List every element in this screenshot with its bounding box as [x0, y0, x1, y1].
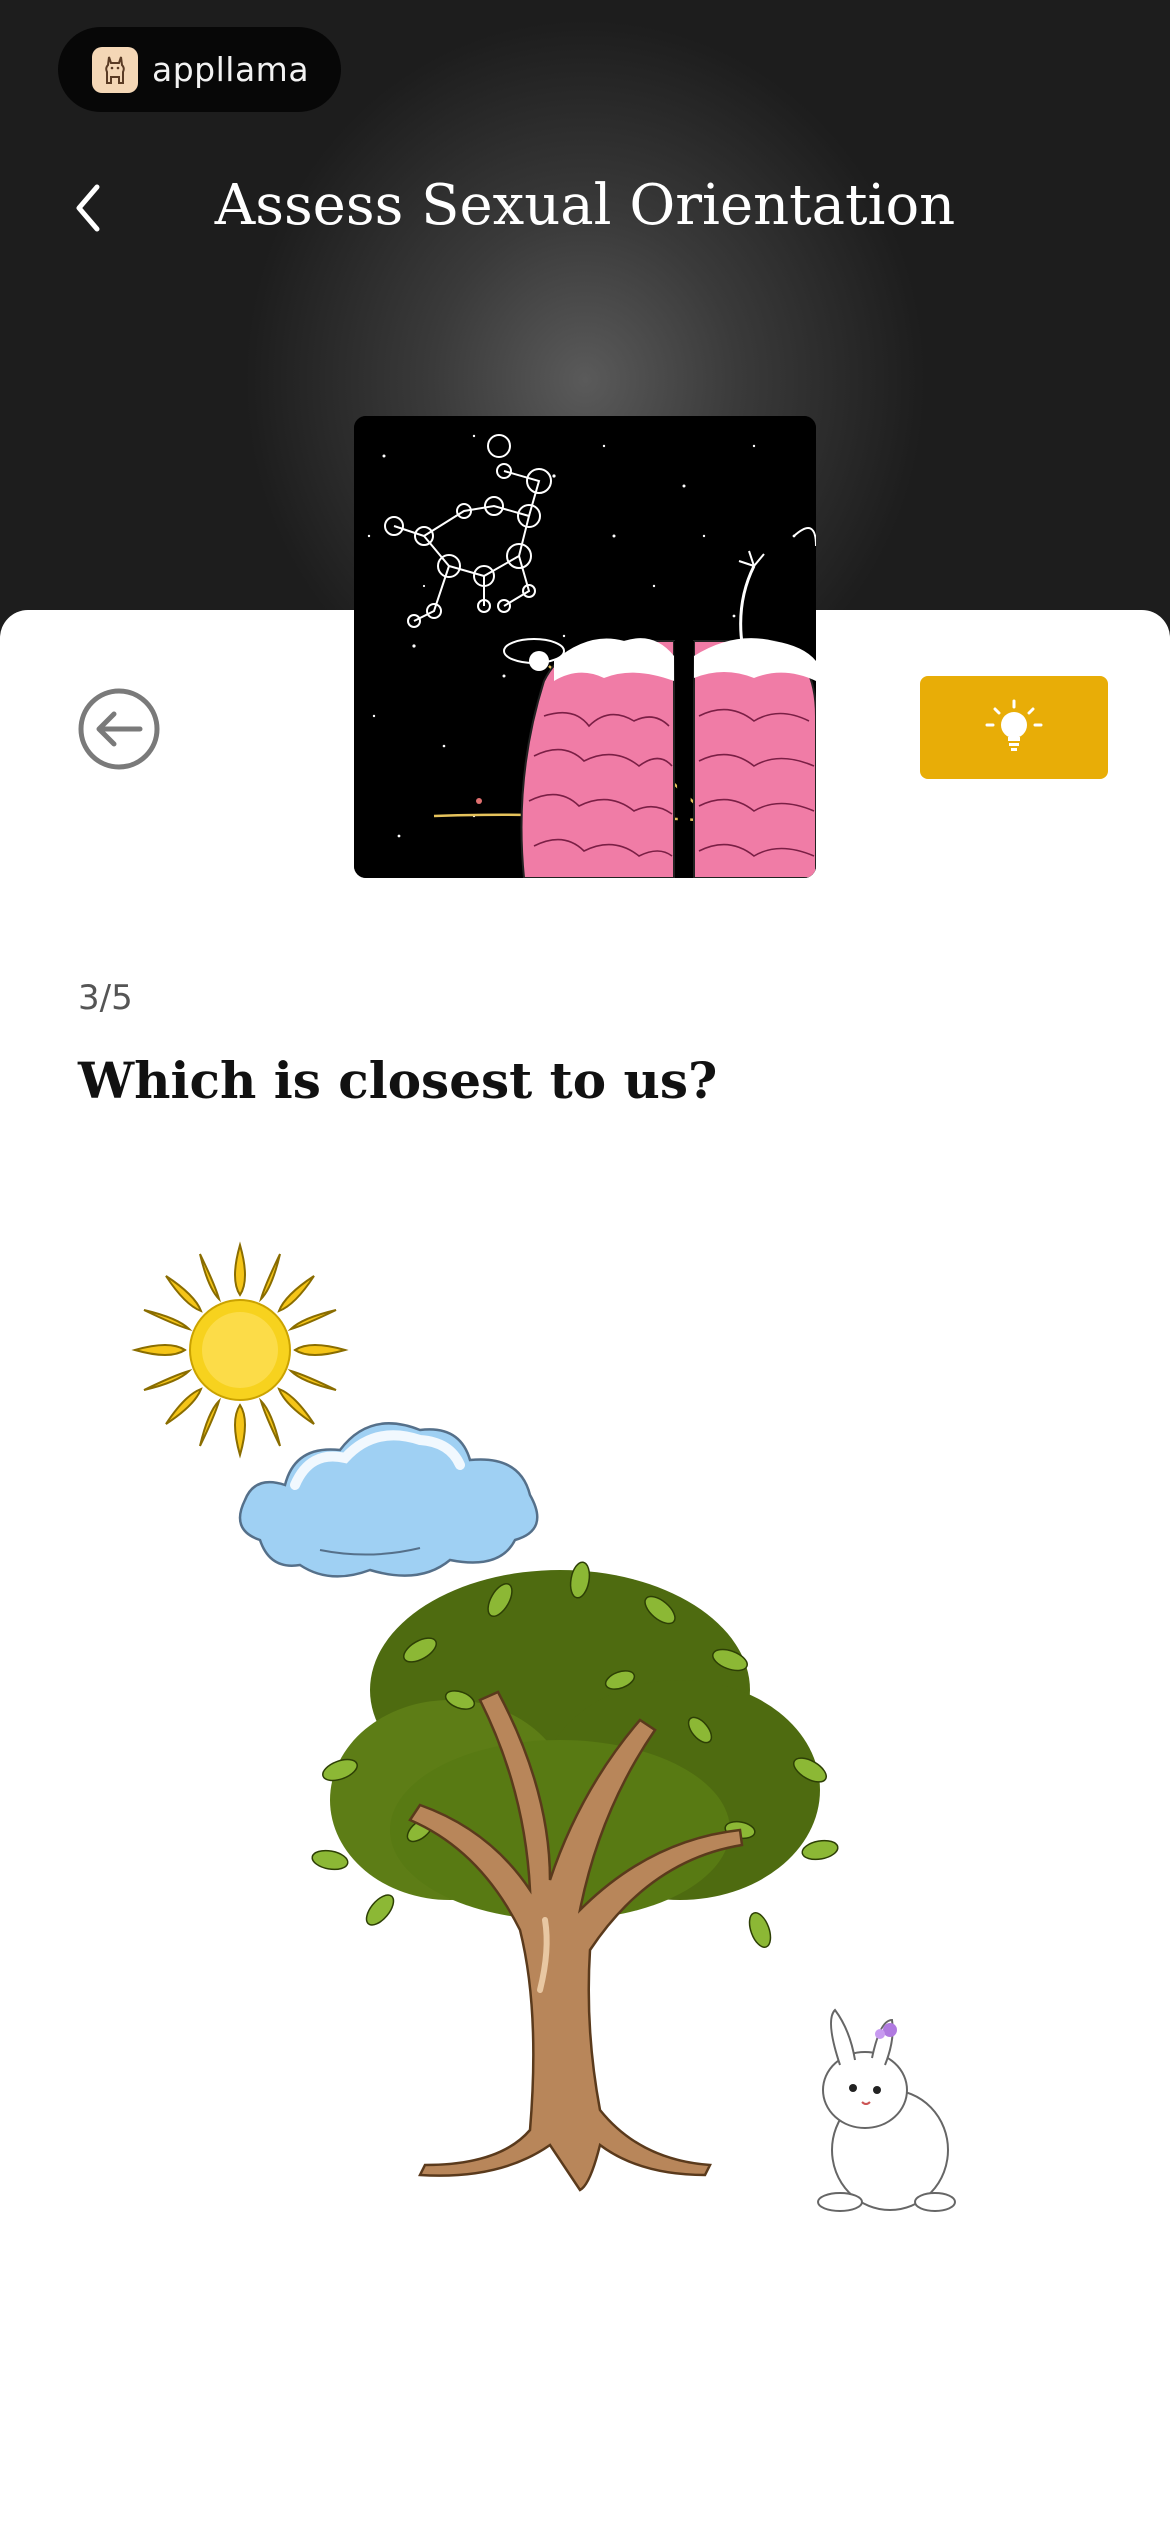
page-title: Assess Sexual Orientation [214, 173, 956, 238]
answer-illustration[interactable] [120, 1230, 1040, 2230]
cloud-image[interactable] [238, 1422, 539, 1578]
header-back-button[interactable] [66, 178, 110, 238]
rabbit-image[interactable] [817, 2008, 956, 2212]
sun-image[interactable] [131, 1241, 349, 1459]
circle-arrow-left-icon [78, 688, 160, 770]
chevron-left-icon [76, 184, 100, 232]
llama-logo-icon [92, 46, 138, 93]
lightbulb-icon [985, 699, 1043, 751]
previous-question-button[interactable] [76, 686, 162, 772]
question-progress: 3/5 [78, 978, 133, 1018]
brand-badge: appllama [58, 27, 341, 112]
brand-name: appllama [152, 50, 310, 89]
tree-image[interactable] [311, 1561, 840, 2192]
hint-button[interactable] [920, 676, 1108, 779]
brain-constellation-image [354, 416, 816, 878]
question-text: Which is closest to us? [78, 1051, 718, 1110]
